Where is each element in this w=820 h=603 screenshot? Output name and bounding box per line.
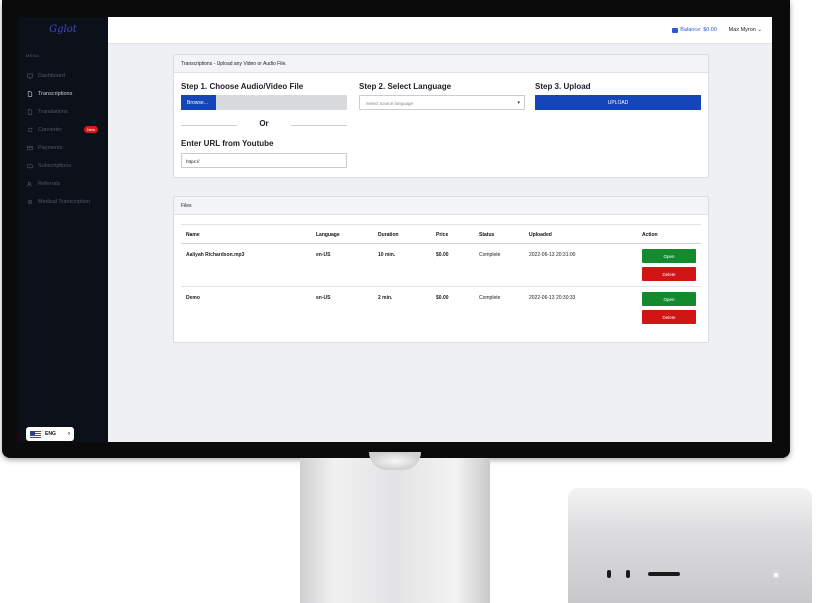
delete-button[interactable]: Delete — [642, 310, 696, 324]
file-uploaded: 2022-06-13 20:30:33 — [529, 295, 576, 301]
us-flag-icon — [30, 430, 41, 438]
caret-down-icon: ▾ — [517, 100, 520, 106]
step1-title: Step 1. Choose Audio/Video File — [181, 82, 304, 91]
table-row: Demo en-US 2 min. $0.00 Complete 2022-06… — [181, 287, 701, 330]
sidebar-item-label: Payments — [38, 145, 63, 151]
youtube-url-input[interactable]: https:// — [181, 153, 347, 168]
file-input[interactable]: Browse... — [181, 95, 347, 110]
language-switcher[interactable]: ENG › — [26, 427, 74, 441]
sidebar-item-converter[interactable]: Converter New — [18, 121, 108, 139]
file-name: Demo — [186, 295, 200, 301]
file-status: Complete — [479, 295, 501, 301]
step3-title: Step 3. Upload — [535, 82, 591, 91]
file-duration: 2 min. — [378, 295, 393, 301]
usb-port — [626, 570, 630, 578]
monitor-icon — [26, 73, 33, 80]
user-name: Max Myron — [728, 27, 756, 33]
balance-text: Balance: $0.00 — [680, 27, 717, 33]
power-led — [774, 573, 778, 577]
divider-line — [291, 125, 347, 126]
new-badge: New — [84, 126, 99, 133]
file-language: en-US — [316, 295, 331, 301]
column-header-price: Price — [436, 232, 449, 238]
sidebar-item-referrals[interactable]: Referrals — [18, 175, 108, 193]
sidebar-item-transcriptions[interactable]: Transcriptions — [18, 85, 108, 103]
sidebar-item-translations[interactable]: Translations — [18, 103, 108, 121]
column-header-action: Action — [642, 232, 658, 238]
files-card-title: Files — [174, 197, 708, 215]
step2-title: Step 2. Select Language — [359, 82, 452, 91]
file-status: Complete — [479, 252, 501, 258]
column-header-status: Status — [479, 232, 495, 238]
table-row: Aaliyah Richardson.mp3 en-US 10 min. $0.… — [181, 244, 701, 287]
user-menu[interactable]: Max Myron ⌄ — [729, 27, 762, 33]
chevron-right-icon: › — [68, 431, 70, 437]
app-screen: Gglot MENU Dashboard Transcriptions Tran… — [18, 17, 772, 442]
credit-card-icon — [26, 145, 33, 152]
top-bar: Balance: $0.00 Max Myron ⌄ — [108, 17, 772, 44]
file-price: $0.00 — [436, 252, 449, 258]
sidebar: Gglot MENU Dashboard Transcriptions Tran… — [18, 17, 108, 442]
upload-card: Transcriptions - Upload any Video or Aud… — [173, 54, 709, 178]
files-card: Files Name Language Duration Price Statu… — [173, 196, 709, 343]
sidebar-item-label: Translations — [38, 109, 68, 115]
settings-icon — [26, 199, 33, 206]
column-header-name: Name — [186, 232, 200, 238]
sidebar-item-label: Subscriptions — [38, 163, 72, 169]
table-header: Name Language Duration Price Status Uplo… — [181, 224, 701, 244]
refresh-icon — [26, 127, 33, 134]
document-icon — [26, 109, 33, 116]
sidebar-item-label: Medical Transcription — [38, 199, 90, 205]
file-price: $0.00 — [436, 295, 449, 301]
sidebar-nav: Dashboard Transcriptions Translations Co… — [18, 67, 108, 211]
column-header-language: Language — [316, 232, 340, 238]
file-name: Aaliyah Richardson.mp3 — [186, 252, 245, 258]
browse-button[interactable]: Browse... — [181, 95, 216, 110]
sidebar-item-label: Transcriptions — [38, 91, 73, 97]
balance-display[interactable]: Balance: $0.00 — [672, 27, 717, 33]
open-button[interactable]: Open — [642, 249, 696, 263]
sidebar-item-subscriptions[interactable]: Subscriptions — [18, 157, 108, 175]
open-button[interactable]: Open — [642, 292, 696, 306]
sd-card-slot — [648, 572, 680, 576]
language-label: ENG — [45, 431, 56, 437]
wallet-icon — [672, 27, 679, 33]
app-logo[interactable]: Gglot — [18, 24, 108, 35]
source-language-select[interactable]: Select source language ▾ — [359, 95, 525, 110]
files-table: Name Language Duration Price Status Uplo… — [181, 224, 701, 330]
wallet-icon — [26, 163, 33, 170]
file-duration: 10 min. — [378, 252, 396, 258]
column-header-uploaded: Uploaded — [529, 232, 552, 238]
menu-label: MENU — [26, 53, 39, 58]
sidebar-item-label: Referrals — [38, 181, 61, 187]
mac-studio-device — [568, 487, 812, 603]
sidebar-item-dashboard[interactable]: Dashboard — [18, 67, 108, 85]
users-icon — [26, 181, 33, 188]
monitor-stand — [300, 458, 490, 603]
document-icon — [26, 91, 33, 98]
file-uploaded: 2022-06-13 20:31:00 — [529, 252, 576, 258]
sidebar-item-payments[interactable]: Payments — [18, 139, 108, 157]
upload-card-title: Transcriptions - Upload any Video or Aud… — [174, 55, 708, 73]
column-header-duration: Duration — [378, 232, 399, 238]
sidebar-item-label: Dashboard — [38, 73, 65, 79]
or-label: Or — [259, 119, 269, 128]
file-language: en-US — [316, 252, 331, 258]
usb-port — [607, 570, 611, 578]
upload-button[interactable]: UPLOAD — [535, 95, 701, 110]
sidebar-item-medical-transcription[interactable]: Medical Transcription — [18, 193, 108, 211]
chevron-down-icon: ⌄ — [757, 27, 762, 33]
select-placeholder: Select source language — [366, 101, 414, 106]
delete-button[interactable]: Delete — [642, 267, 696, 281]
or-divider: Or — [181, 119, 347, 129]
url-title: Enter URL from Youtube — [181, 139, 274, 148]
sidebar-item-label: Converter — [38, 127, 63, 133]
